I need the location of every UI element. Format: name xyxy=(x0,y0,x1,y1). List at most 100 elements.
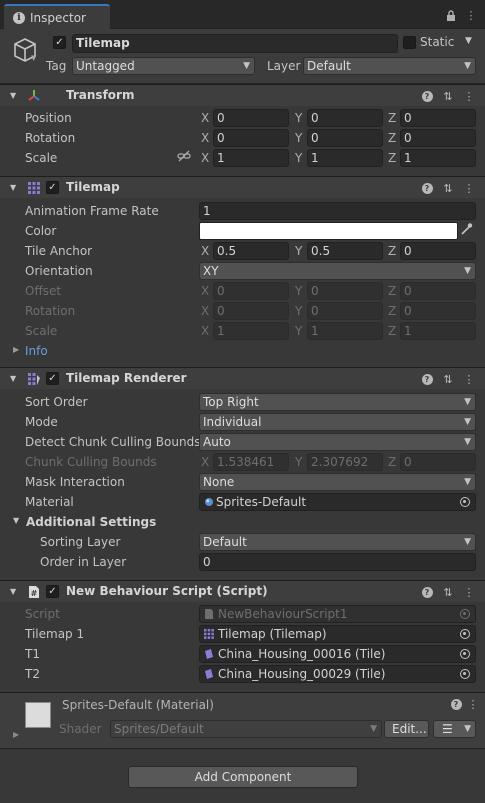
tilemap-renderer-enabled-checkbox[interactable]: ✓ xyxy=(46,372,59,385)
material-foldout-arrow-icon[interactable]: ▶ xyxy=(13,730,19,739)
fold-arrow-icon[interactable]: ▼ xyxy=(10,91,16,100)
tilemap-scale-x-field: 1 xyxy=(213,322,289,340)
tilemap-header[interactable]: ▼ ✓ Tilemap ? ⇅ ⋮ xyxy=(0,176,485,198)
object-picker-icon[interactable] xyxy=(460,629,470,639)
tilemap1-object-field[interactable]: Tilemap (Tilemap) xyxy=(199,625,476,643)
static-checkbox[interactable] xyxy=(403,36,416,49)
sort-order-value: Top Right xyxy=(203,395,259,409)
sorting-layer-dropdown[interactable]: Default ▼ xyxy=(199,533,476,551)
color-swatch-field[interactable] xyxy=(199,222,458,240)
axis-z: Z xyxy=(388,111,397,125)
help-icon[interactable]: ? xyxy=(420,372,434,386)
order-in-layer-field[interactable]: 0 xyxy=(199,553,476,571)
component-menu-icon[interactable]: ⋮ xyxy=(466,697,480,711)
presets-icon[interactable]: ⇅ xyxy=(441,89,455,103)
info-foldout-label[interactable]: Info xyxy=(25,344,48,358)
help-icon[interactable]: ? xyxy=(420,89,434,103)
scale-y-field[interactable]: 1 xyxy=(307,149,383,167)
more-options-icon[interactable]: ⋮ xyxy=(464,8,478,22)
eyedropper-icon[interactable] xyxy=(460,222,473,239)
constrain-proportions-icon[interactable] xyxy=(177,149,191,166)
tilemap-renderer-header[interactable]: ▼ ✓ Tilemap Renderer ? ⇅ ⋮ xyxy=(0,367,485,389)
chevron-down-icon: ▼ xyxy=(464,477,471,487)
layer-dropdown[interactable]: Default ▼ xyxy=(303,57,476,75)
material-object-field[interactable]: Sprites-Default xyxy=(199,493,476,511)
tile-anchor-x-field[interactable]: 0.5 xyxy=(213,242,289,260)
sort-order-dropdown[interactable]: Top Right ▼ xyxy=(199,393,476,411)
orientation-dropdown[interactable]: XY ▼ xyxy=(199,262,476,280)
object-picker-icon[interactable] xyxy=(460,669,470,679)
position-y-field[interactable]: 0 xyxy=(307,109,383,127)
script-enabled-checkbox[interactable]: ✓ xyxy=(46,585,59,598)
component-menu-icon[interactable]: ⋮ xyxy=(462,372,476,386)
tile-anchor-z-field[interactable]: 0 xyxy=(400,242,476,260)
component-menu-icon[interactable]: ⋮ xyxy=(462,89,476,103)
icon-dropdown-arrow[interactable]: ▼ xyxy=(31,54,36,62)
animation-frame-rate-label: Animation Frame Rate xyxy=(25,204,159,218)
presets-icon[interactable]: ⇅ xyxy=(441,585,455,599)
rotation-y-field[interactable]: 0 xyxy=(307,129,383,147)
object-name-input[interactable]: Tilemap xyxy=(72,34,398,53)
fold-arrow-icon[interactable]: ▼ xyxy=(10,183,16,192)
chevron-down-icon: ▼ xyxy=(464,437,471,447)
object-picker-icon xyxy=(460,609,470,619)
fold-arrow-icon[interactable]: ▼ xyxy=(10,374,16,383)
detect-chunk-culling-dropdown[interactable]: Auto ▼ xyxy=(199,433,476,451)
component-menu-icon[interactable]: ⋮ xyxy=(462,181,476,195)
scale-x-field[interactable]: 1 xyxy=(213,149,289,167)
sorting-layer-value: Default xyxy=(203,535,247,549)
scale-z-field[interactable]: 1 xyxy=(400,149,476,167)
shader-options-button[interactable]: ☰ ▼ xyxy=(433,720,476,738)
axis-x: X xyxy=(201,131,210,145)
tab-inspector[interactable]: i Inspector xyxy=(4,4,110,29)
presets-icon[interactable]: ⇅ xyxy=(441,372,455,386)
object-picker-icon[interactable] xyxy=(460,649,470,659)
help-icon[interactable]: ? xyxy=(420,585,434,599)
t1-label: T1 xyxy=(25,647,40,661)
tilemap-scale-y-field: 1 xyxy=(307,322,383,340)
axis-x: X xyxy=(201,244,210,258)
shader-edit-button[interactable]: Edit... xyxy=(384,720,429,738)
help-icon[interactable]: ? xyxy=(420,181,434,195)
rotation-label: Rotation xyxy=(25,131,76,145)
mode-dropdown[interactable]: Individual ▼ xyxy=(199,413,476,431)
additional-settings-fold-icon[interactable]: ▼ xyxy=(13,516,19,525)
tag-dropdown[interactable]: Untagged ▼ xyxy=(72,57,255,75)
static-dropdown-arrow[interactable]: ▼ xyxy=(465,36,472,46)
rotation-x-field[interactable]: 0 xyxy=(213,129,289,147)
t1-object-field[interactable]: China_Housing_00016 (Tile) xyxy=(199,645,476,663)
additional-settings-label[interactable]: Additional Settings xyxy=(26,515,156,529)
help-icon[interactable]: ? xyxy=(449,697,463,711)
fold-arrow-icon[interactable]: ▼ xyxy=(10,587,16,596)
offset-y-field: 0 xyxy=(307,282,383,300)
mask-interaction-dropdown[interactable]: None ▼ xyxy=(199,473,476,491)
add-component-button[interactable]: Add Component xyxy=(128,766,358,788)
tilemap-rotation-x-field: 0 xyxy=(213,302,289,320)
sort-order-label: Sort Order xyxy=(25,395,88,409)
detect-chunk-culling-value: Auto xyxy=(203,435,231,449)
tilemap-grid-icon xyxy=(204,629,214,639)
chevron-down-icon: ▼ xyxy=(464,417,471,427)
axis-x: X xyxy=(201,151,210,165)
tilemap-rotation-y-field: 0 xyxy=(307,302,383,320)
object-picker-icon[interactable] xyxy=(460,497,470,507)
info-foldout-arrow-icon[interactable]: ▶ xyxy=(13,345,19,354)
active-checkbox[interactable]: ✓ xyxy=(53,36,66,49)
chevron-down-icon: ▼ xyxy=(464,724,471,734)
rotation-z-field[interactable]: 0 xyxy=(400,129,476,147)
transform-header[interactable]: ▼ Transform ? ⇅ ⋮ xyxy=(0,84,485,106)
orientation-label: Orientation xyxy=(25,264,93,278)
presets-icon[interactable]: ⇅ xyxy=(441,181,455,195)
t2-object-field[interactable]: China_Housing_00029 (Tile) xyxy=(199,665,476,683)
orientation-value: XY xyxy=(203,264,219,278)
tilemap-enabled-checkbox[interactable]: ✓ xyxy=(46,181,59,194)
lock-icon[interactable] xyxy=(444,8,458,22)
tile-anchor-y-field[interactable]: 0.5 xyxy=(307,242,383,260)
component-menu-icon[interactable]: ⋮ xyxy=(462,585,476,599)
script-header[interactable]: ▼ # ✓ New Behaviour Script (Script) ? ⇅ … xyxy=(0,580,485,602)
offset-x-field: 0 xyxy=(213,282,289,300)
animation-frame-rate-field[interactable]: 1 xyxy=(199,202,476,220)
position-z-field[interactable]: 0 xyxy=(400,109,476,127)
position-x-field[interactable]: 0 xyxy=(213,109,289,127)
chevron-down-icon: ▼ xyxy=(464,397,471,407)
